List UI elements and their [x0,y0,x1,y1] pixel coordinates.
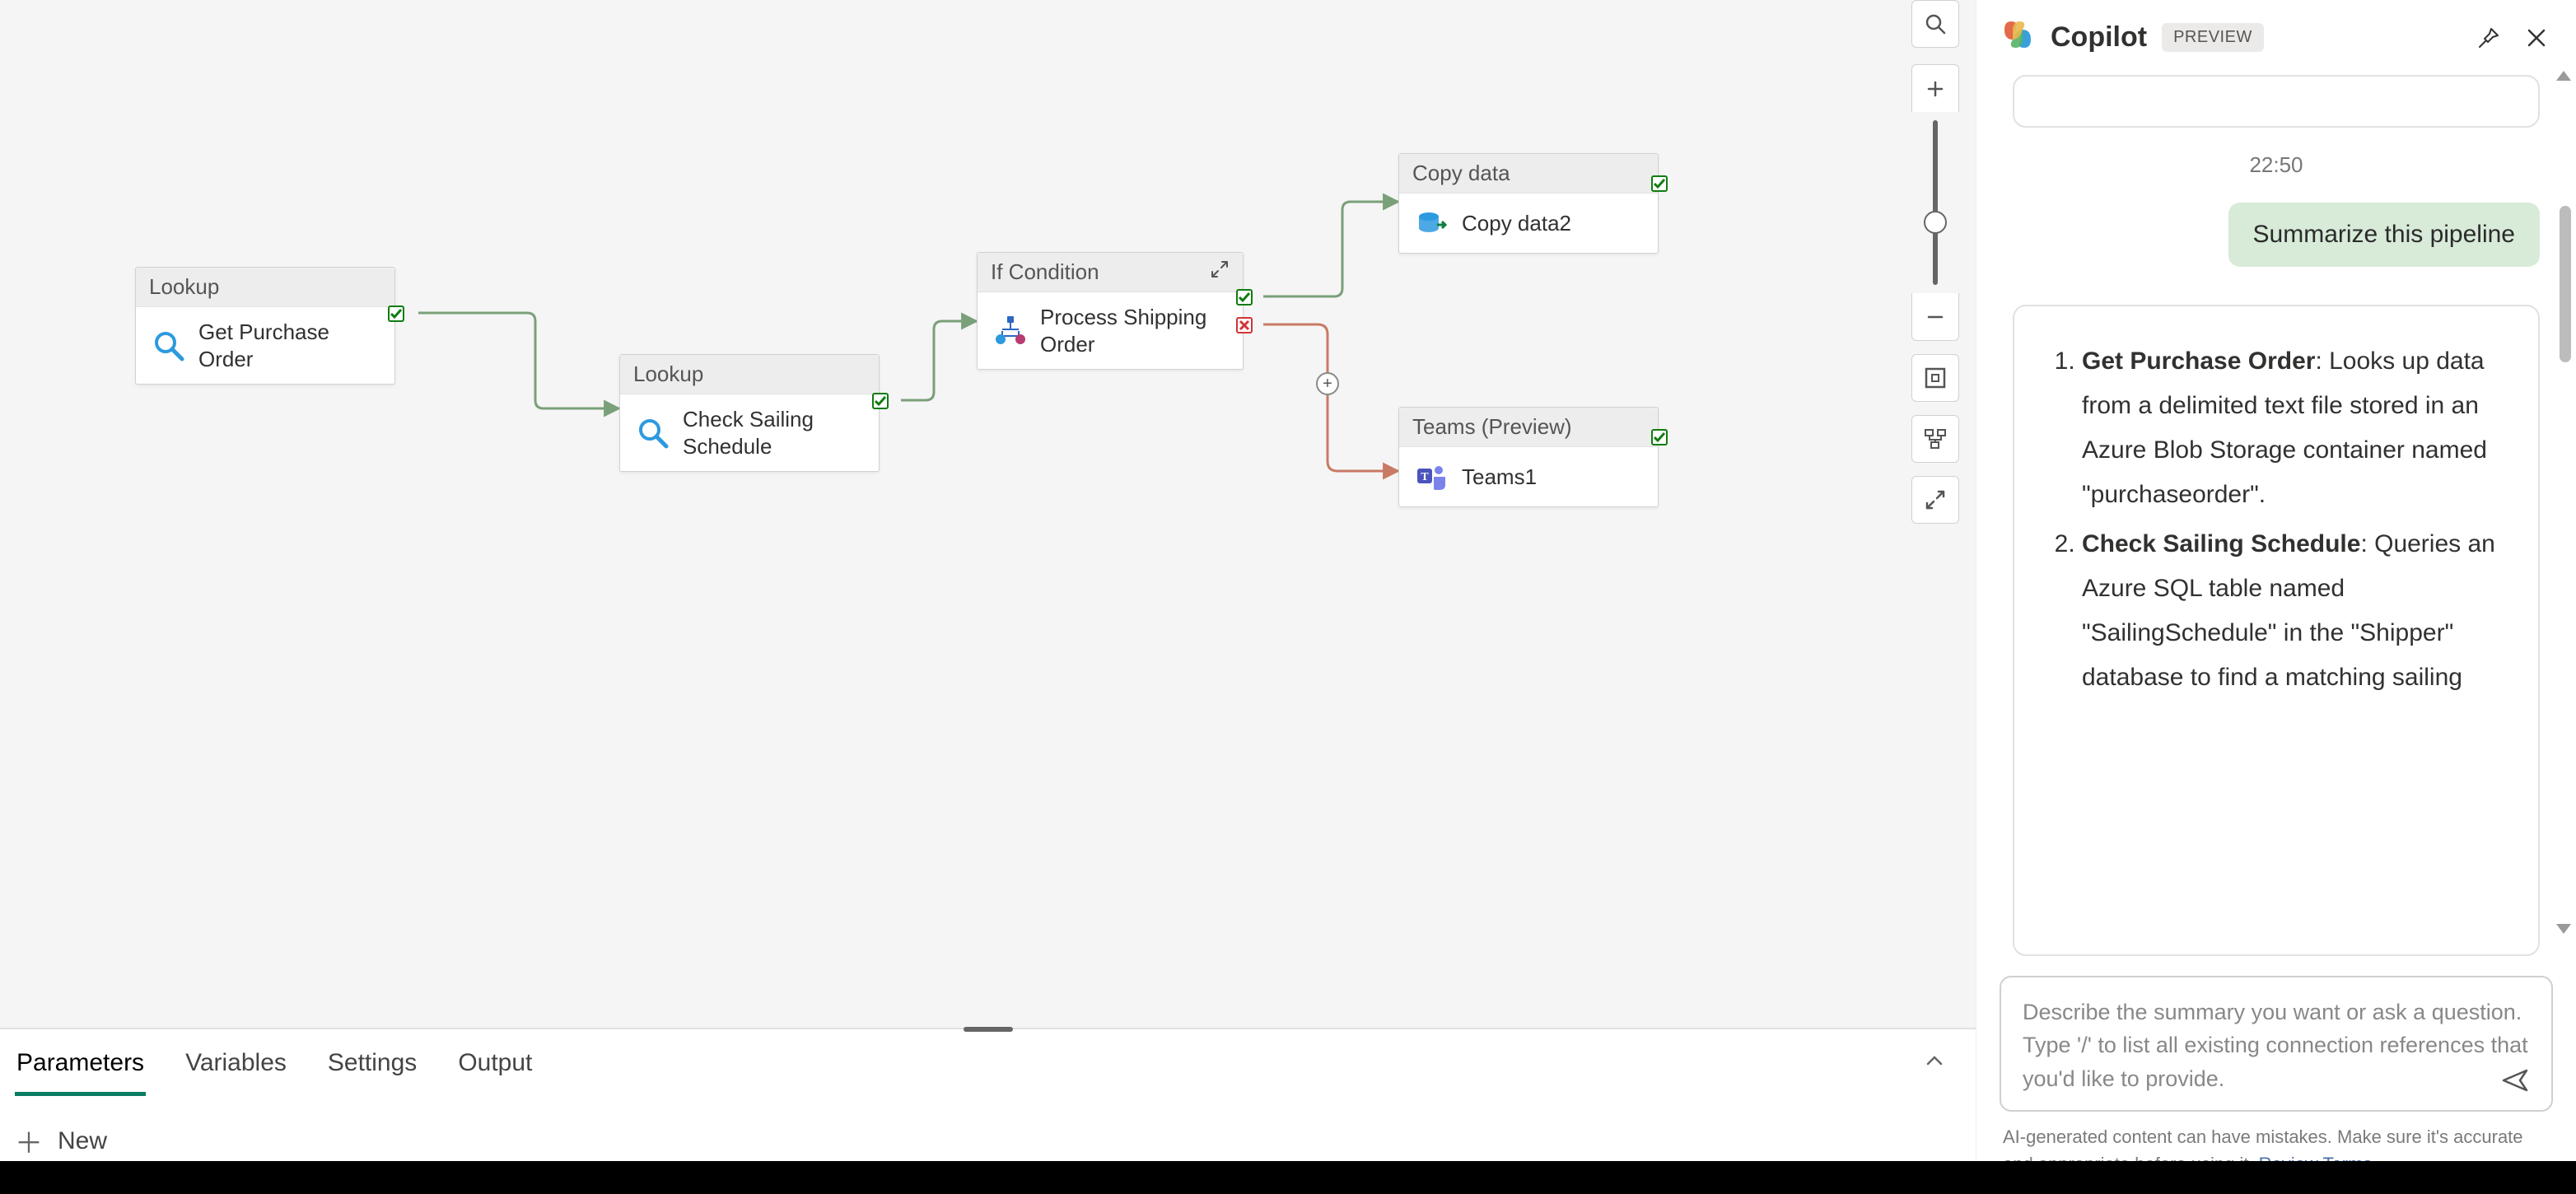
assistant-message: Get Purchase Order: Looks up data from a… [2013,305,2540,956]
activity-teams[interactable]: Teams (Preview) T Teams1 [1398,407,1659,507]
copilot-input-area: Describe the summary you want or ask a q… [1976,956,2576,1119]
user-message: Summarize this pipeline [2228,203,2540,267]
activity-copy-data[interactable]: Copy data Copy data2 [1398,153,1659,254]
activity-name: Process Shipping Order [1040,304,1206,357]
chat-timestamp: 22:50 [2013,152,2540,178]
lookup-icon [635,415,671,451]
output-port-false[interactable] [1236,317,1253,333]
plus-icon: ＋ [15,1121,43,1161]
tab-output[interactable]: Output [456,1041,534,1096]
window-bottom-strip [0,1161,2576,1194]
tab-parameters[interactable]: Parameters [15,1041,146,1096]
pin-button[interactable] [2472,21,2505,54]
item-title: Check Sailing Schedule [2082,530,2360,557]
copilot-chat-area[interactable]: 22:50 Summarize this pipeline Get Purcha… [1976,75,2576,956]
activity-type-label: Teams (Preview) [1399,408,1658,447]
fullscreen-button[interactable] [1911,476,1959,524]
activity-type-label: Lookup [136,268,394,307]
new-parameter-button[interactable]: ＋ New [15,1121,107,1161]
scroll-up-arrow[interactable] [2556,71,2571,81]
output-port-true[interactable] [1236,289,1253,305]
scroll-thumb[interactable] [2560,206,2571,362]
activity-lookup-check-sailing[interactable]: Lookup Check Sailing Schedule [619,354,880,472]
collapse-panel-button[interactable] [1923,1049,1946,1078]
zoom-slider-thumb[interactable] [1924,211,1947,234]
assistant-list-item: Check Sailing Schedule: Queries an Azure… [2082,522,2507,700]
auto-layout-button[interactable] [1911,415,1959,463]
activity-type-label: If Condition [978,253,1243,292]
activity-name: Check Sailing Schedule [683,406,814,459]
expand-icon[interactable] [1210,259,1230,285]
properties-tabs: Parameters Variables Settings Output [15,1041,1961,1096]
activity-name: Copy data2 [1462,210,1571,237]
activity-name: Get Purchase Order [198,319,380,372]
previous-message-card[interactable] [2013,75,2540,128]
send-button[interactable] [2497,1062,2533,1098]
assistant-list-item: Get Purchase Order: Looks up data from a… [2082,339,2507,517]
copilot-input-placeholder: Describe the summary you want or ask a q… [2023,996,2530,1096]
copilot-panel: Copilot PREVIEW 22:50 Summarize this pip… [1976,0,2576,1194]
if-condition-icon [992,313,1029,349]
tab-settings[interactable]: Settings [326,1041,418,1096]
copilot-logo-icon [2000,16,2036,58]
svg-text:T: T [1421,471,1429,483]
item-title: Get Purchase Order [2082,347,2315,375]
lookup-icon [151,328,187,364]
activity-type-label: Copy data [1399,154,1658,194]
zoom-slider[interactable] [1933,120,1938,285]
teams-icon: T [1414,459,1450,495]
preview-badge: PREVIEW [2162,23,2264,52]
scroll-down-arrow[interactable] [2556,924,2571,934]
fit-to-screen-button[interactable] [1911,354,1959,402]
copilot-header: Copilot PREVIEW [1976,0,2576,75]
activity-name: Teams1 [1462,464,1537,491]
chat-scrollbar[interactable] [2560,74,2571,930]
output-port-success[interactable] [1651,429,1668,445]
add-branch-button[interactable]: + [1316,372,1339,395]
canvas-toolbox [1911,0,1959,524]
zoom-in-button[interactable] [1911,64,1959,112]
copilot-title: Copilot [2051,21,2147,54]
output-port-success[interactable] [872,393,889,409]
tab-variables[interactable]: Variables [184,1041,288,1096]
search-button[interactable] [1911,0,1959,48]
new-label: New [58,1127,107,1155]
pipeline-designer: Lookup Get Purchase Order Lookup [0,0,1976,1194]
output-port-success[interactable] [388,305,404,322]
close-button[interactable] [2520,21,2553,54]
panel-resize-handle[interactable] [964,1027,1013,1032]
activity-if-condition[interactable]: If Condition Proce [977,252,1244,370]
pipeline-canvas[interactable]: Lookup Get Purchase Order Lookup [0,0,1976,1029]
activity-type-text: If Condition [991,259,1099,285]
connectors [0,0,1976,1028]
copilot-input[interactable]: Describe the summary you want or ask a q… [2000,976,2553,1112]
zoom-out-button[interactable] [1911,293,1959,341]
copy-data-icon [1414,205,1450,241]
output-port-success[interactable] [1651,175,1668,192]
activity-lookup-get-purchase-order[interactable]: Lookup Get Purchase Order [135,267,395,385]
activity-type-label: Lookup [620,355,879,394]
